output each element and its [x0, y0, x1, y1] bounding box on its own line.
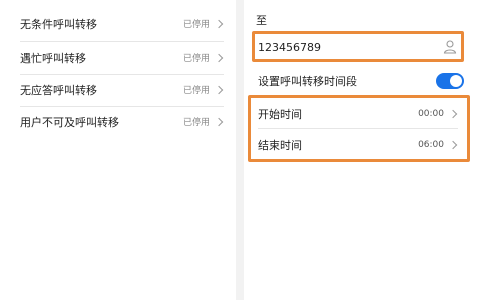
toggle-knob: [450, 75, 462, 87]
list-item-unreachable[interactable]: 用户不可及呼叫转移 已停用: [20, 106, 224, 137]
list-item-label: 用户不可及呼叫转移: [20, 115, 119, 129]
end-time-row[interactable]: 结束时间 06:00: [258, 133, 458, 157]
chevron-right-icon: [214, 85, 224, 94]
time-period-toggle[interactable]: [436, 73, 464, 89]
start-time-value-group: 00:00: [418, 109, 458, 119]
chevron-right-icon: [448, 140, 458, 150]
phone-number-field[interactable]: 123456789: [258, 37, 458, 57]
start-time-value: 00:00: [418, 109, 444, 119]
status-text: 已停用: [182, 54, 210, 64]
chevron-right-icon: [214, 53, 224, 62]
to-label: 至: [256, 14, 267, 27]
list-item-status: 已停用: [183, 115, 224, 128]
forward-settings-panel: 至 123456789 设置呼叫转移时间段 开始时间 00:00 结束时间 06…: [244, 0, 480, 300]
status-text: 已停用: [182, 86, 210, 96]
list-item-unconditional[interactable]: 无条件呼叫转移 已停用: [20, 8, 224, 39]
start-time-row[interactable]: 开始时间 00:00: [258, 102, 458, 126]
end-time-value: 06:00: [418, 140, 444, 150]
list-item-label: 无应答呼叫转移: [20, 83, 97, 97]
list-item-busy[interactable]: 遇忙呼叫转移 已停用: [20, 42, 224, 73]
phone-number-value: 123456789: [258, 40, 321, 54]
chevron-right-icon: [448, 109, 458, 119]
list-item-status: 已停用: [183, 51, 224, 64]
list-item-label: 无条件呼叫转移: [20, 17, 97, 31]
list-item-label: 遇忙呼叫转移: [20, 51, 86, 65]
person-icon[interactable]: [442, 39, 458, 55]
end-time-value-group: 06:00: [418, 140, 458, 150]
chevron-right-icon: [214, 117, 224, 126]
time-period-setting: 设置呼叫转移时间段: [258, 71, 464, 91]
start-time-label: 开始时间: [258, 108, 302, 121]
list-item-status: 已停用: [183, 83, 224, 96]
chevron-right-icon: [214, 19, 224, 28]
status-text: 已停用: [182, 20, 210, 30]
divider: [258, 128, 458, 129]
status-text: 已停用: [182, 118, 210, 128]
list-item-no-answer[interactable]: 无应答呼叫转移 已停用: [20, 74, 224, 105]
list-item-status: 已停用: [183, 17, 224, 30]
call-forward-list-panel: 无条件呼叫转移 已停用 遇忙呼叫转移 已停用 无应答呼叫转移 已停用 用户不可及…: [0, 0, 236, 300]
time-period-label: 设置呼叫转移时间段: [258, 75, 357, 88]
end-time-label: 结束时间: [258, 139, 302, 152]
